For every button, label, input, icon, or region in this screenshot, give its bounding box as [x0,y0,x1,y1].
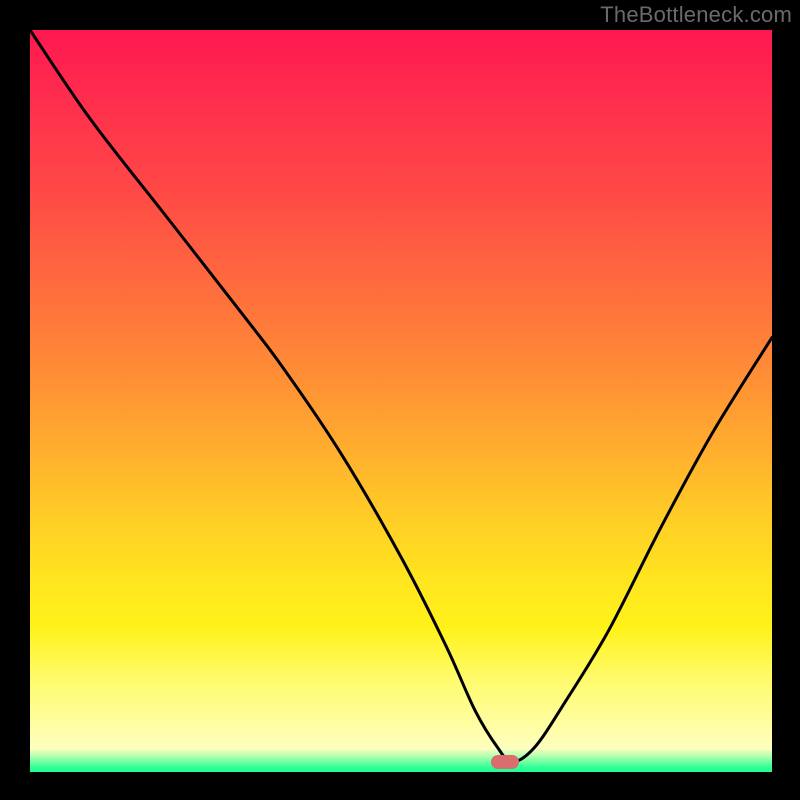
curve-path [30,30,772,762]
min-marker [491,755,519,769]
watermark-text: TheBottleneck.com [600,2,792,28]
bottleneck-curve [30,30,772,772]
plot-area [30,30,772,772]
chart-stage: TheBottleneck.com [0,0,800,800]
